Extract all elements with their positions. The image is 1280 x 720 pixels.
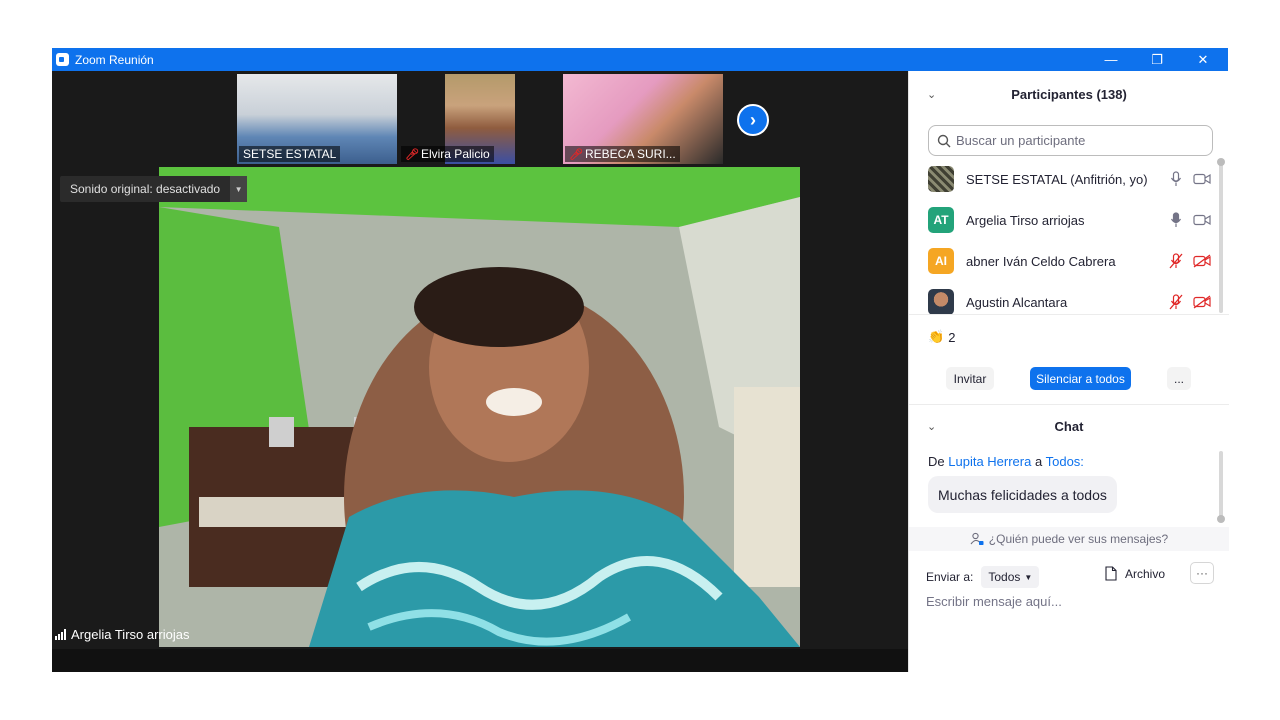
video-thumbnail[interactable]: SETSE ESTATAL [237, 74, 397, 164]
send-to-value: Todos [988, 570, 1021, 584]
participants-title: Participantes (138) [1011, 87, 1127, 102]
muted-mic-icon[interactable] [1165, 293, 1187, 311]
search-placeholder: Buscar un participante [956, 133, 1086, 148]
send-to-select[interactable]: Todos ▼ [981, 566, 1040, 588]
video-camera-icon[interactable] [1191, 170, 1213, 188]
video-camera-icon[interactable] [1191, 211, 1213, 229]
video-off-icon[interactable] [1191, 293, 1213, 311]
thumbnail-name: REBECA SURI... [584, 147, 676, 161]
file-icon [1105, 566, 1117, 581]
chat-message-input[interactable]: Escribir mensaje aquí... [926, 594, 1062, 609]
chat-message-bubble: Muchas felicidades a todos [928, 476, 1117, 513]
participant-row[interactable]: AI abner Iván Celdo Cabrera [928, 248, 1213, 274]
who-can-see-messages[interactable]: ¿Quién puede ver sus mensajes? [909, 527, 1229, 551]
chevron-right-icon: › [750, 109, 756, 130]
window-title: Zoom Reunión [75, 52, 154, 67]
avatar: AI [928, 248, 954, 274]
thumbnail-name-tag: 🎤︎ Elvira Palicio [401, 146, 494, 162]
video-off-icon[interactable] [1191, 252, 1213, 270]
chat-connector: a [1034, 454, 1043, 469]
reaction-count: 2 [948, 329, 956, 345]
video-frame [159, 167, 800, 647]
active-speaker-video[interactable] [159, 167, 800, 647]
muted-mic-icon: 🎤︎ [569, 148, 583, 161]
scrollbar-handle[interactable] [1217, 158, 1225, 166]
clapping-hands-icon: 👏 [928, 329, 945, 344]
avatar: AT [928, 207, 954, 233]
zoom-window: Zoom Reunión — ❐ ✕ SETSE ESTATAL 🎤︎ Elvi… [52, 48, 1229, 672]
video-thumbnail[interactable]: 🎤︎ Elvira Palicio [397, 74, 557, 164]
more-options-button[interactable]: ... [1167, 367, 1191, 390]
side-panel: ⌄ Participantes (138) Buscar un particip… [908, 71, 1229, 672]
file-button[interactable]: Archivo [1105, 566, 1165, 581]
send-to-row: Enviar a: Todos ▼ [926, 566, 1040, 588]
chat-recipient[interactable]: Todos: [1046, 454, 1084, 469]
participant-name: abner Iván Celdo Cabrera [966, 253, 1116, 269]
muted-mic-icon: 🎤︎ [405, 148, 419, 161]
divider [909, 404, 1229, 405]
mic-icon[interactable] [1165, 211, 1187, 229]
who-can-see-label: ¿Quién puede ver sus mensajes? [988, 532, 1169, 546]
reaction-summary: 👏 2 [928, 329, 955, 345]
mic-icon[interactable] [1165, 170, 1187, 188]
speaker-name: Argelia Tirso arriojas [71, 627, 190, 642]
bottom-strip [52, 649, 908, 672]
chevron-down-icon[interactable]: ▼ [230, 176, 248, 202]
muted-mic-icon[interactable] [1165, 252, 1187, 270]
original-sound-toggle[interactable]: Sonido original: desactivado ▼ [60, 176, 248, 202]
original-sound-label: Sonido original: desactivado [70, 182, 221, 196]
participant-search-input[interactable]: Buscar un participante [928, 125, 1213, 156]
video-area: SETSE ESTATAL 🎤︎ Elvira Palicio 🎤︎ REBEC… [52, 71, 908, 672]
chat-title: Chat [1054, 419, 1084, 434]
chat-sender[interactable]: Lupita Herrera [948, 454, 1031, 469]
zoom-app-icon [56, 53, 69, 66]
thumbnail-name-tag: 🎤︎ REBECA SURI... [565, 146, 680, 162]
avatar [928, 166, 954, 192]
search-icon [937, 134, 951, 147]
invite-button[interactable]: Invitar [946, 367, 994, 390]
person-lock-icon [970, 532, 984, 545]
participant-row[interactable]: AT Argelia Tirso arriojas [928, 207, 1213, 233]
file-label: Archivo [1125, 566, 1166, 581]
participant-name: Argelia Tirso arriojas [966, 212, 1085, 228]
title-bar: Zoom Reunión — ❐ ✕ [52, 48, 1228, 71]
chevron-down-icon: ▼ [1024, 572, 1033, 582]
divider [909, 314, 1229, 315]
video-thumbnail[interactable]: 🎤︎ REBECA SURI... [563, 74, 723, 164]
close-button[interactable]: ✕ [1180, 48, 1226, 71]
speaker-name-tag: Argelia Tirso arriojas [55, 627, 190, 642]
scrollbar-handle[interactable] [1217, 515, 1225, 523]
minimize-button[interactable]: — [1088, 48, 1134, 71]
chat-scrollbar[interactable] [1219, 451, 1223, 519]
chat-more-options-button[interactable]: ··· [1190, 562, 1214, 584]
from-prefix: De [928, 454, 945, 469]
thumbnail-name: SETSE ESTATAL [243, 147, 337, 161]
participant-row[interactable]: SETSE ESTATAL (Anfitrión, yo) [928, 166, 1213, 192]
participant-row[interactable]: Agustin Alcantara [928, 289, 1213, 315]
signal-strength-icon [55, 629, 66, 640]
thumbnail-name-tag: SETSE ESTATAL [239, 146, 341, 162]
avatar [928, 289, 954, 315]
participant-name: Agustin Alcantara [966, 294, 1068, 310]
chat-message-header: De Lupita Herrera a Todos: [928, 454, 1084, 469]
participant-name: SETSE ESTATAL (Anfitrión, yo) [966, 171, 1148, 187]
next-page-button[interactable]: › [737, 104, 769, 136]
mute-all-button[interactable]: Silenciar a todos [1030, 367, 1131, 390]
send-to-label: Enviar a: [926, 570, 974, 584]
thumbnail-name: Elvira Palicio [420, 147, 490, 161]
restore-button[interactable]: ❐ [1134, 48, 1180, 71]
participants-scrollbar[interactable] [1219, 163, 1223, 313]
